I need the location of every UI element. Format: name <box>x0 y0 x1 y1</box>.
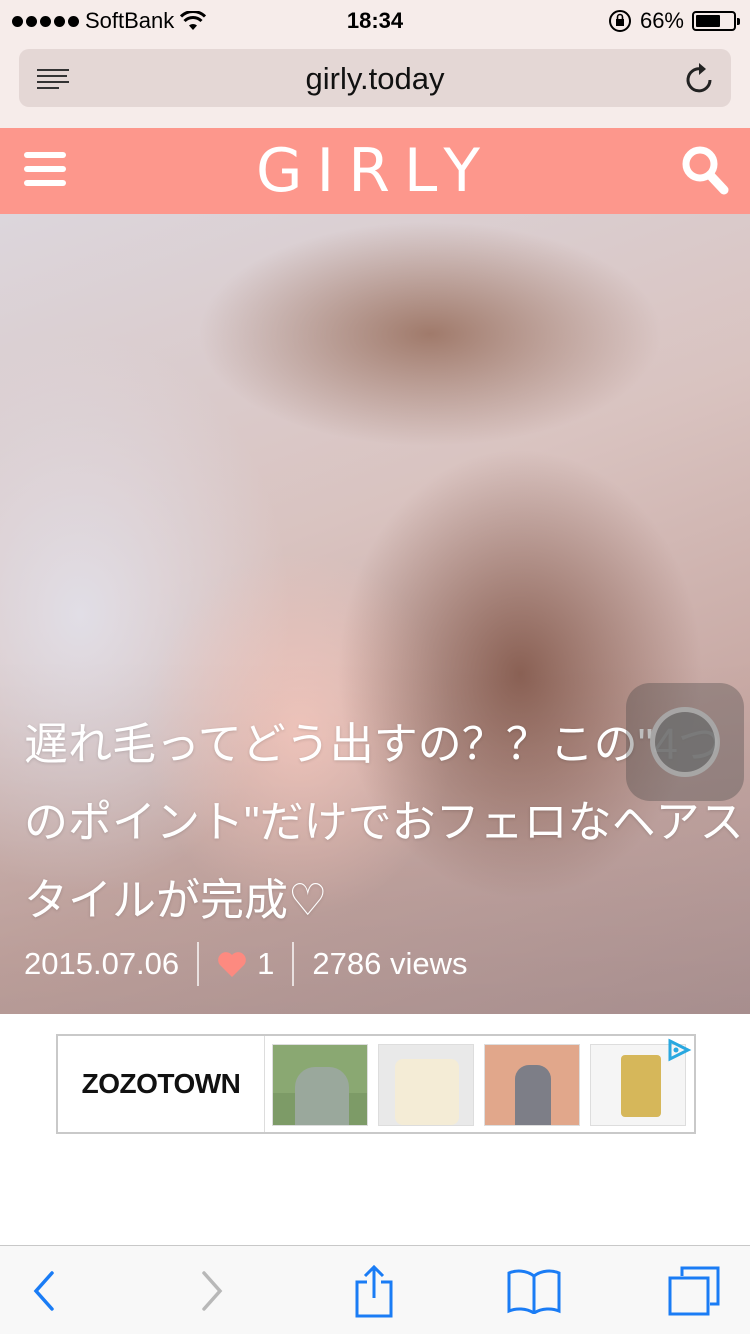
browser-address-area: girly.today <box>0 40 750 128</box>
site-logo[interactable]: GIRLY <box>0 136 750 206</box>
battery-icon <box>692 11 740 31</box>
url-text[interactable]: girly.today <box>19 61 731 97</box>
search-icon[interactable] <box>680 144 730 196</box>
bookmarks-button[interactable] <box>506 1264 562 1318</box>
ad-product-cream-sweater[interactable] <box>378 1044 474 1126</box>
heart-icon[interactable] <box>217 950 247 978</box>
battery-percent: 66% <box>639 8 684 33</box>
screen: SoftBank 18:34 66% girly.today GIRLY 遅れ毛… <box>0 0 750 1334</box>
share-button[interactable] <box>346 1264 402 1318</box>
ad-product-hat-outfit[interactable] <box>484 1044 580 1126</box>
site-header: GIRLY <box>0 128 750 214</box>
view-count: 2786 views <box>312 946 468 981</box>
share-icon <box>355 1264 393 1318</box>
assistive-touch-button[interactable] <box>626 683 744 801</box>
reload-icon[interactable] <box>685 61 715 95</box>
orientation-lock-icon <box>608 10 631 32</box>
forward-button[interactable] <box>184 1264 240 1318</box>
hero-article[interactable]: 遅れ毛ってどう出すの？？この"4つのポイント"だけでおフェロなヘアスタイルが完成… <box>0 214 750 1014</box>
ad-brand-logo[interactable]: ZOZOTOWN <box>58 1036 264 1132</box>
article-date: 2015.07.06 <box>24 946 180 981</box>
chevron-left-icon <box>33 1271 54 1311</box>
tabs-icon <box>668 1266 720 1316</box>
ad-product-green-knit[interactable] <box>272 1044 368 1126</box>
battery-level <box>696 15 720 27</box>
meta-divider <box>292 942 295 986</box>
tabs-button[interactable] <box>666 1264 722 1318</box>
status-right: 66% <box>608 8 740 34</box>
chevron-right-icon <box>202 1271 223 1311</box>
adchoices-icon[interactable] <box>664 1038 692 1062</box>
ad-divider <box>264 1036 265 1132</box>
address-bar[interactable]: girly.today <box>19 49 731 107</box>
meta-divider <box>197 942 200 986</box>
back-button[interactable] <box>16 1264 72 1318</box>
ad-product-list <box>272 1044 686 1126</box>
book-icon <box>507 1269 561 1314</box>
browser-toolbar <box>0 1245 750 1334</box>
like-count: 1 <box>257 946 275 981</box>
ad-banner[interactable]: ZOZOTOWN <box>56 1034 696 1134</box>
article-meta: 2015.07.06 1 2786 views <box>24 942 468 986</box>
status-bar: SoftBank 18:34 66% <box>0 0 750 40</box>
assistive-touch-icon <box>650 707 720 777</box>
